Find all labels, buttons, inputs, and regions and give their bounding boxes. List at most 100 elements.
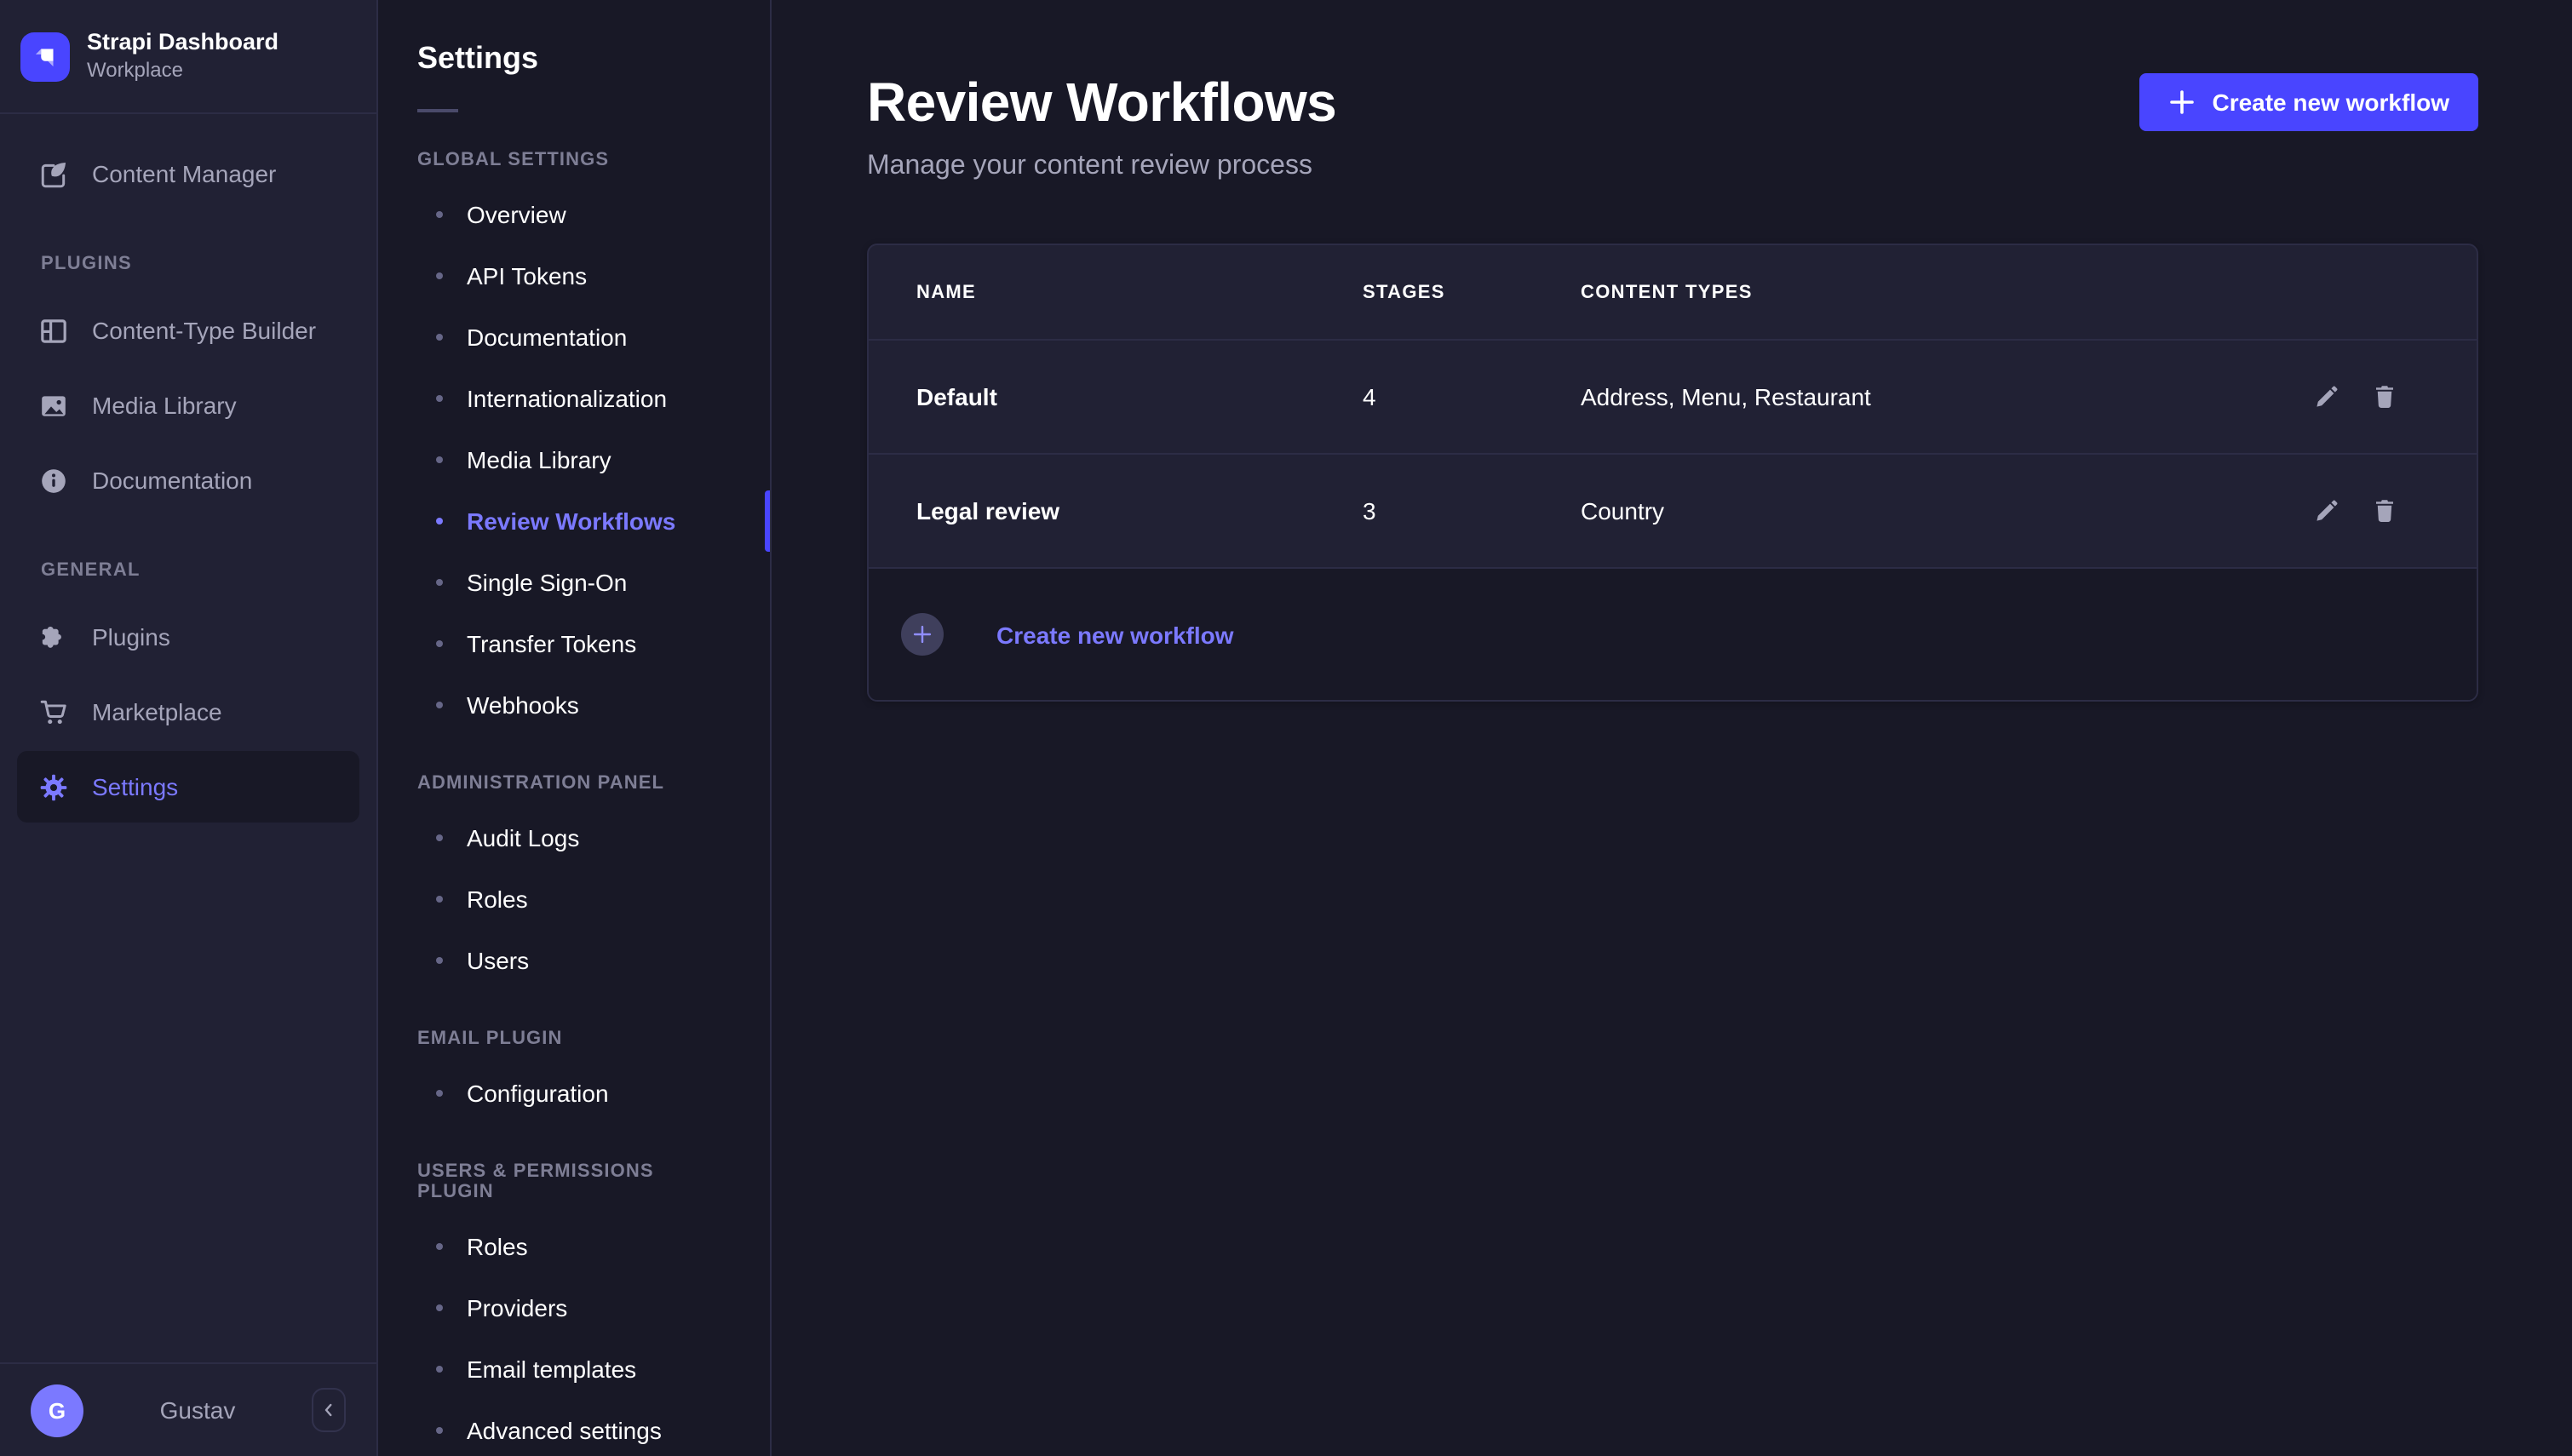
settings-nav-providers[interactable]: Providers xyxy=(378,1276,770,1338)
sidebar-item-label: Documentation xyxy=(92,467,252,494)
nav-section-header: GENERAL xyxy=(0,519,376,598)
table-row[interactable]: Default4Address, Menu, Restaurant xyxy=(869,340,2477,454)
settings-nav-roles[interactable]: Roles xyxy=(378,868,770,929)
bullet-icon xyxy=(436,1304,443,1310)
settings-nav-label: Internationalization xyxy=(467,384,667,411)
bullet-icon xyxy=(436,701,443,708)
workflow-content-types-cell: Country xyxy=(1581,454,2221,567)
settings-nav-label: Roles xyxy=(467,1232,528,1259)
app-window: Strapi Dashboard Workplace Content Manag… xyxy=(0,0,2572,1456)
info-icon xyxy=(37,465,68,496)
bullet-icon xyxy=(436,517,443,524)
settings-nav-single-sign-on[interactable]: Single Sign-On xyxy=(378,551,770,612)
sidebar-item-content-manager[interactable]: Content Manager xyxy=(17,138,359,209)
settings-subnav: Settings GLOBAL SETTINGS Overview API Toke… xyxy=(378,0,772,1456)
subnav-header: Settings xyxy=(378,0,770,112)
page-title: Review Workflows xyxy=(867,68,1336,136)
workflow-stages-cell: 3 xyxy=(1363,454,1581,567)
delete-workflow-button[interactable] xyxy=(2371,497,2398,525)
settings-nav-audit-logs[interactable]: Audit Logs xyxy=(378,806,770,868)
settings-nav-label: Documentation xyxy=(467,323,627,350)
settings-nav-label: Advanced settings xyxy=(467,1416,662,1443)
settings-nav-label: Media Library xyxy=(467,445,611,473)
cart-icon xyxy=(37,696,68,727)
delete-workflow-button[interactable] xyxy=(2371,383,2398,410)
settings-nav-label: API Tokens xyxy=(467,261,587,289)
bullet-icon xyxy=(436,1365,443,1372)
settings-nav-media-library[interactable]: Media Library xyxy=(378,428,770,490)
sidebar-item-label: Marketplace xyxy=(92,698,222,725)
table-footer-create-workflow[interactable]: Create new workflow xyxy=(869,567,2477,700)
subnav-title: Settings xyxy=(417,41,731,77)
subnav-section-header: ADMINISTRATION PANEL xyxy=(378,735,770,806)
nav-section-header: PLUGINS xyxy=(0,213,376,291)
brand-title: Strapi Dashboard xyxy=(87,27,278,58)
avatar[interactable]: G xyxy=(31,1384,83,1436)
column-header-content-types: CONTENT TYPES xyxy=(1581,245,2221,340)
row-actions xyxy=(2221,497,2477,525)
brand[interactable]: Strapi Dashboard Workplace xyxy=(0,0,376,114)
page-header: Review Workflows Manage your content rev… xyxy=(772,0,2572,182)
sidebar-item-documentation[interactable]: Documentation xyxy=(17,444,359,516)
create-workflow-button[interactable]: Create new workflow xyxy=(2139,73,2478,131)
bullet-icon xyxy=(436,333,443,340)
bullet-icon xyxy=(436,1426,443,1433)
sidebar-item-marketplace[interactable]: Marketplace xyxy=(17,676,359,748)
settings-nav-configuration[interactable]: Configuration xyxy=(378,1062,770,1123)
bullet-icon xyxy=(436,1242,443,1249)
subnav-section-header: GLOBAL SETTINGS xyxy=(378,112,770,183)
trash-icon xyxy=(2371,383,2398,410)
main-nav-list: Content ManagerPLUGINSContent-Type Build… xyxy=(0,114,376,1362)
bullet-icon xyxy=(436,272,443,278)
settings-nav-label: Audit Logs xyxy=(467,823,579,851)
sidebar-item-plugins[interactable]: Plugins xyxy=(17,601,359,673)
user-name: Gustav xyxy=(100,1396,295,1424)
row-actions xyxy=(2221,383,2477,410)
settings-nav-webhooks[interactable]: Webhooks xyxy=(378,674,770,735)
settings-nav-users[interactable]: Users xyxy=(378,929,770,990)
settings-nav-label: Email templates xyxy=(467,1355,636,1382)
collapse-sidebar-button[interactable] xyxy=(312,1388,346,1432)
settings-nav-email-templates[interactable]: Email templates xyxy=(378,1338,770,1399)
settings-nav-advanced-settings[interactable]: Advanced settings xyxy=(378,1399,770,1456)
edit-workflow-button[interactable] xyxy=(2313,497,2340,525)
bullet-icon xyxy=(436,1089,443,1096)
create-workflow-button-label: Create new workflow xyxy=(2212,89,2449,116)
edit-workflow-button[interactable] xyxy=(2313,383,2340,410)
settings-nav-overview[interactable]: Overview xyxy=(378,183,770,244)
table-row[interactable]: Legal review3Country xyxy=(869,454,2477,567)
settings-nav-roles[interactable]: Roles xyxy=(378,1215,770,1276)
sidebar-item-label: Plugins xyxy=(92,623,170,651)
settings-nav-review-workflows[interactable]: Review Workflows xyxy=(378,490,770,551)
sidebar-item-media-library[interactable]: Media Library xyxy=(17,370,359,441)
settings-nav-label: Webhooks xyxy=(467,691,579,718)
row-actions-cell xyxy=(2221,454,2477,567)
settings-nav-label: Transfer Tokens xyxy=(467,629,636,656)
brand-text: Strapi Dashboard Workplace xyxy=(87,27,278,85)
subnav-section-header: USERS & PERMISSIONS PLUGIN xyxy=(378,1123,770,1215)
column-header-actions xyxy=(2221,245,2477,340)
settings-nav-label: Single Sign-On xyxy=(467,568,627,595)
trash-icon xyxy=(2371,497,2398,525)
bullet-icon xyxy=(436,639,443,646)
workflow-name-cell: Default xyxy=(869,340,1363,454)
settings-nav-label: Roles xyxy=(467,885,528,912)
settings-nav-api-tokens[interactable]: API Tokens xyxy=(378,244,770,306)
sidebar-item-settings[interactable]: Settings xyxy=(17,751,359,823)
settings-nav-internationalization[interactable]: Internationalization xyxy=(378,367,770,428)
settings-nav-label: Configuration xyxy=(467,1079,609,1106)
bullet-icon xyxy=(436,956,443,963)
settings-nav-transfer-tokens[interactable]: Transfer Tokens xyxy=(378,612,770,674)
sidebar-item-content-type-builder[interactable]: Content-Type Builder xyxy=(17,295,359,366)
bullet-icon xyxy=(436,456,443,462)
pencil-icon xyxy=(2313,383,2340,410)
page-heading-block: Review Workflows Manage your content rev… xyxy=(867,68,1336,182)
brand-subtitle: Workplace xyxy=(87,59,278,85)
settings-nav-documentation[interactable]: Documentation xyxy=(378,306,770,367)
bullet-icon xyxy=(436,394,443,401)
settings-nav-label: Overview xyxy=(467,200,566,227)
layout-icon xyxy=(37,315,68,346)
workflows-table-card: NAMESTAGESCONTENT TYPES Default4Address,… xyxy=(867,244,2478,702)
bullet-icon xyxy=(436,895,443,902)
subnav-section-header: EMAIL PLUGIN xyxy=(378,990,770,1062)
